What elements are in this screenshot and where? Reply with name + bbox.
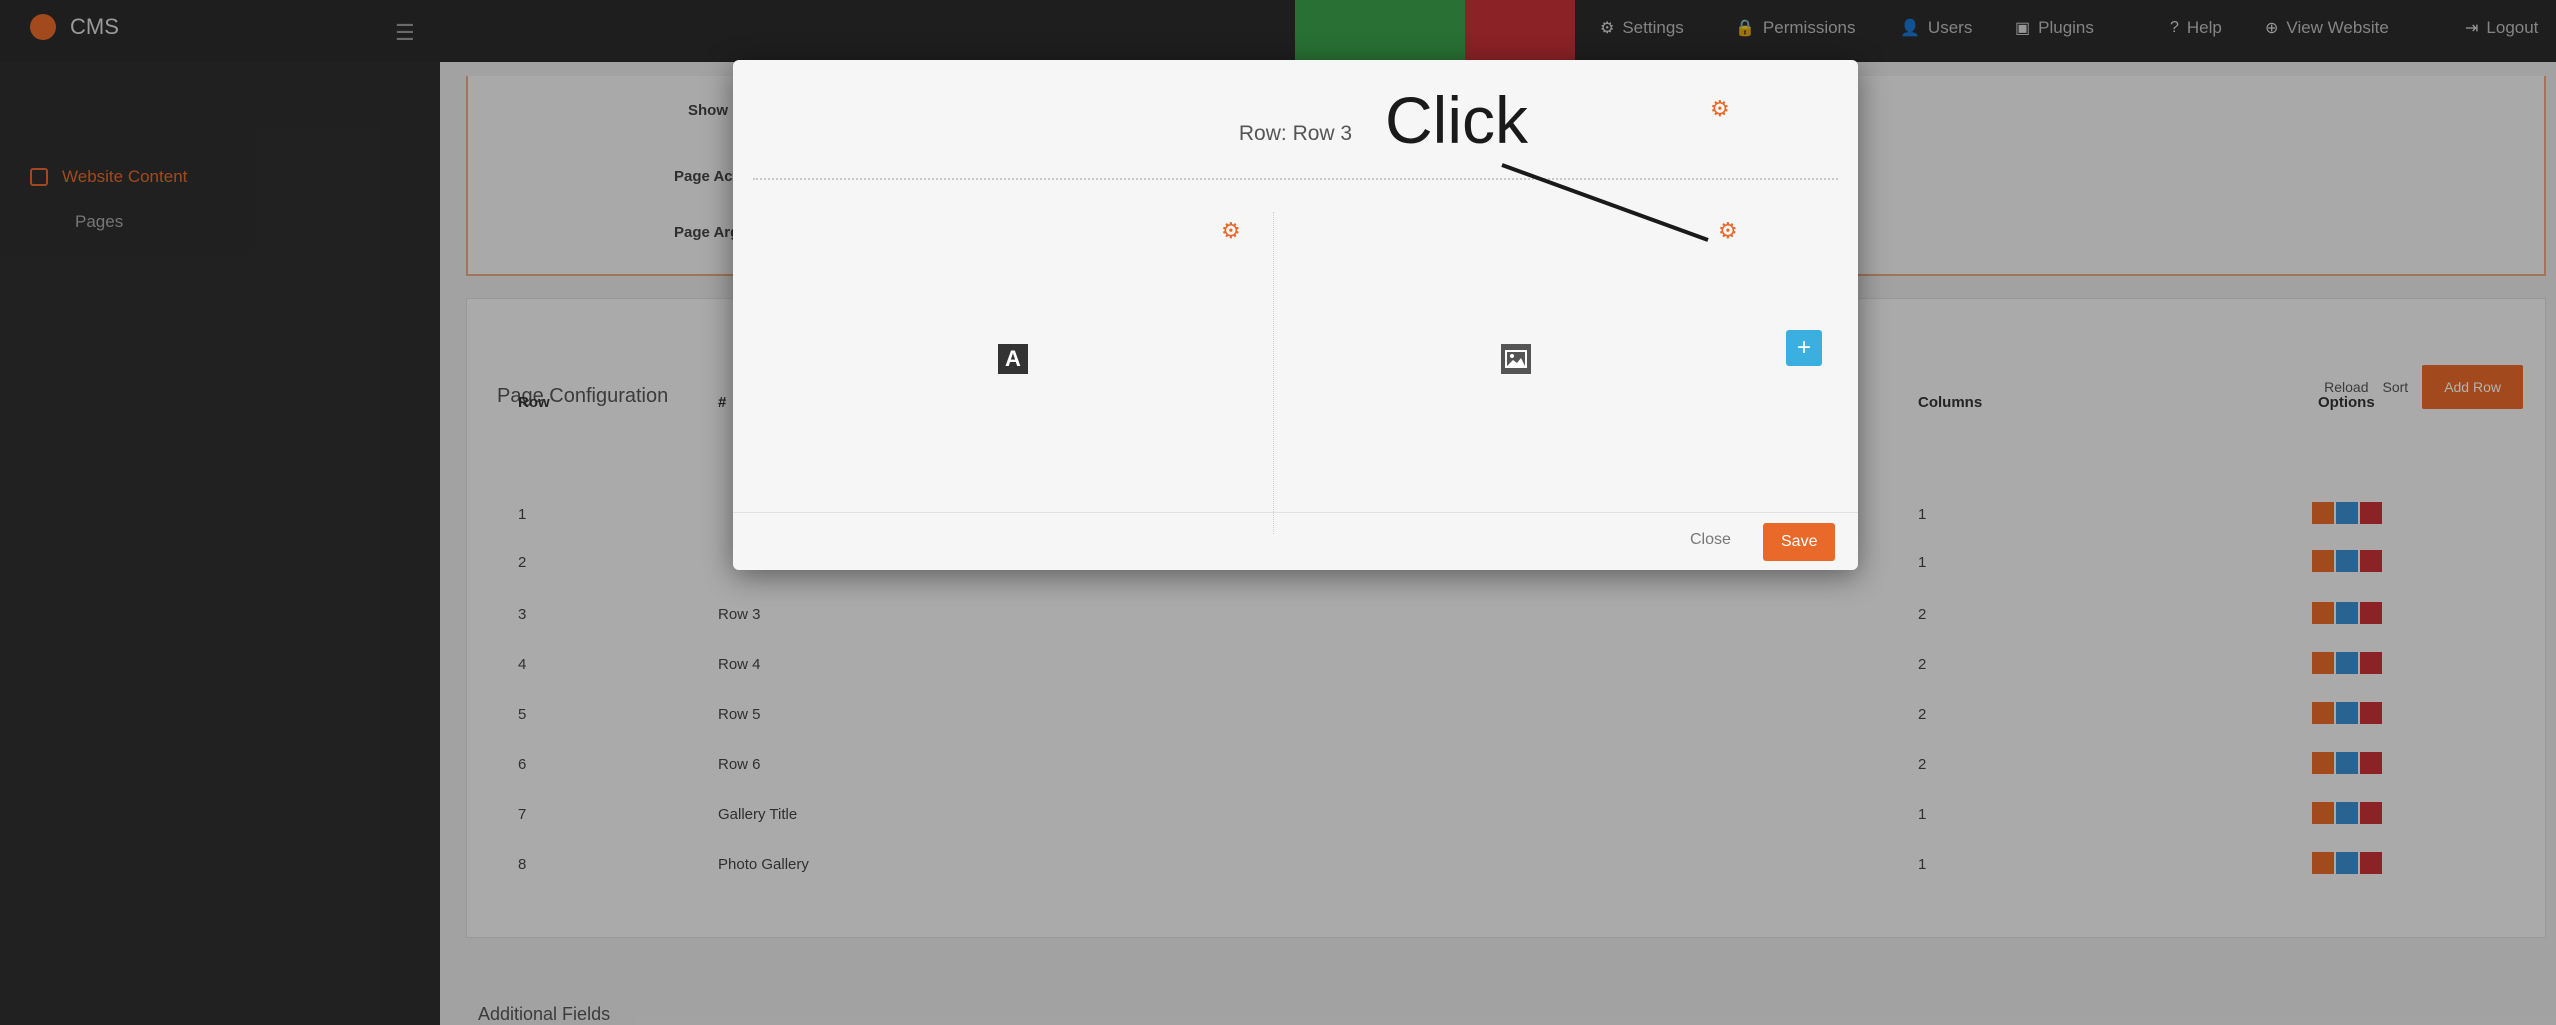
modal-divider: [753, 178, 1838, 180]
annotation-click-label: Click: [1385, 83, 1528, 157]
column-1: ⚙ A: [753, 212, 1274, 534]
add-column-button[interactable]: +: [1786, 330, 1822, 366]
image-icon: [1505, 350, 1527, 368]
image-widget-icon[interactable]: [1501, 344, 1531, 374]
save-button[interactable]: Save: [1763, 523, 1836, 561]
row-settings-gear-icon[interactable]: ⚙: [1710, 98, 1730, 120]
column-2-gear-icon[interactable]: ⚙: [1718, 220, 1738, 242]
column-1-gear-icon[interactable]: ⚙: [1221, 220, 1241, 242]
close-button[interactable]: Close: [1690, 531, 1731, 549]
row-config-modal: Row: Row 3 ⚙ ⚙ A ⚙ + Close Save: [733, 60, 1858, 570]
column-2: ⚙: [1273, 212, 1758, 534]
modal-footer: Close Save: [733, 512, 1858, 571]
modal-title: Row: Row 3: [1238, 122, 1353, 145]
text-widget-icon[interactable]: A: [998, 344, 1028, 374]
